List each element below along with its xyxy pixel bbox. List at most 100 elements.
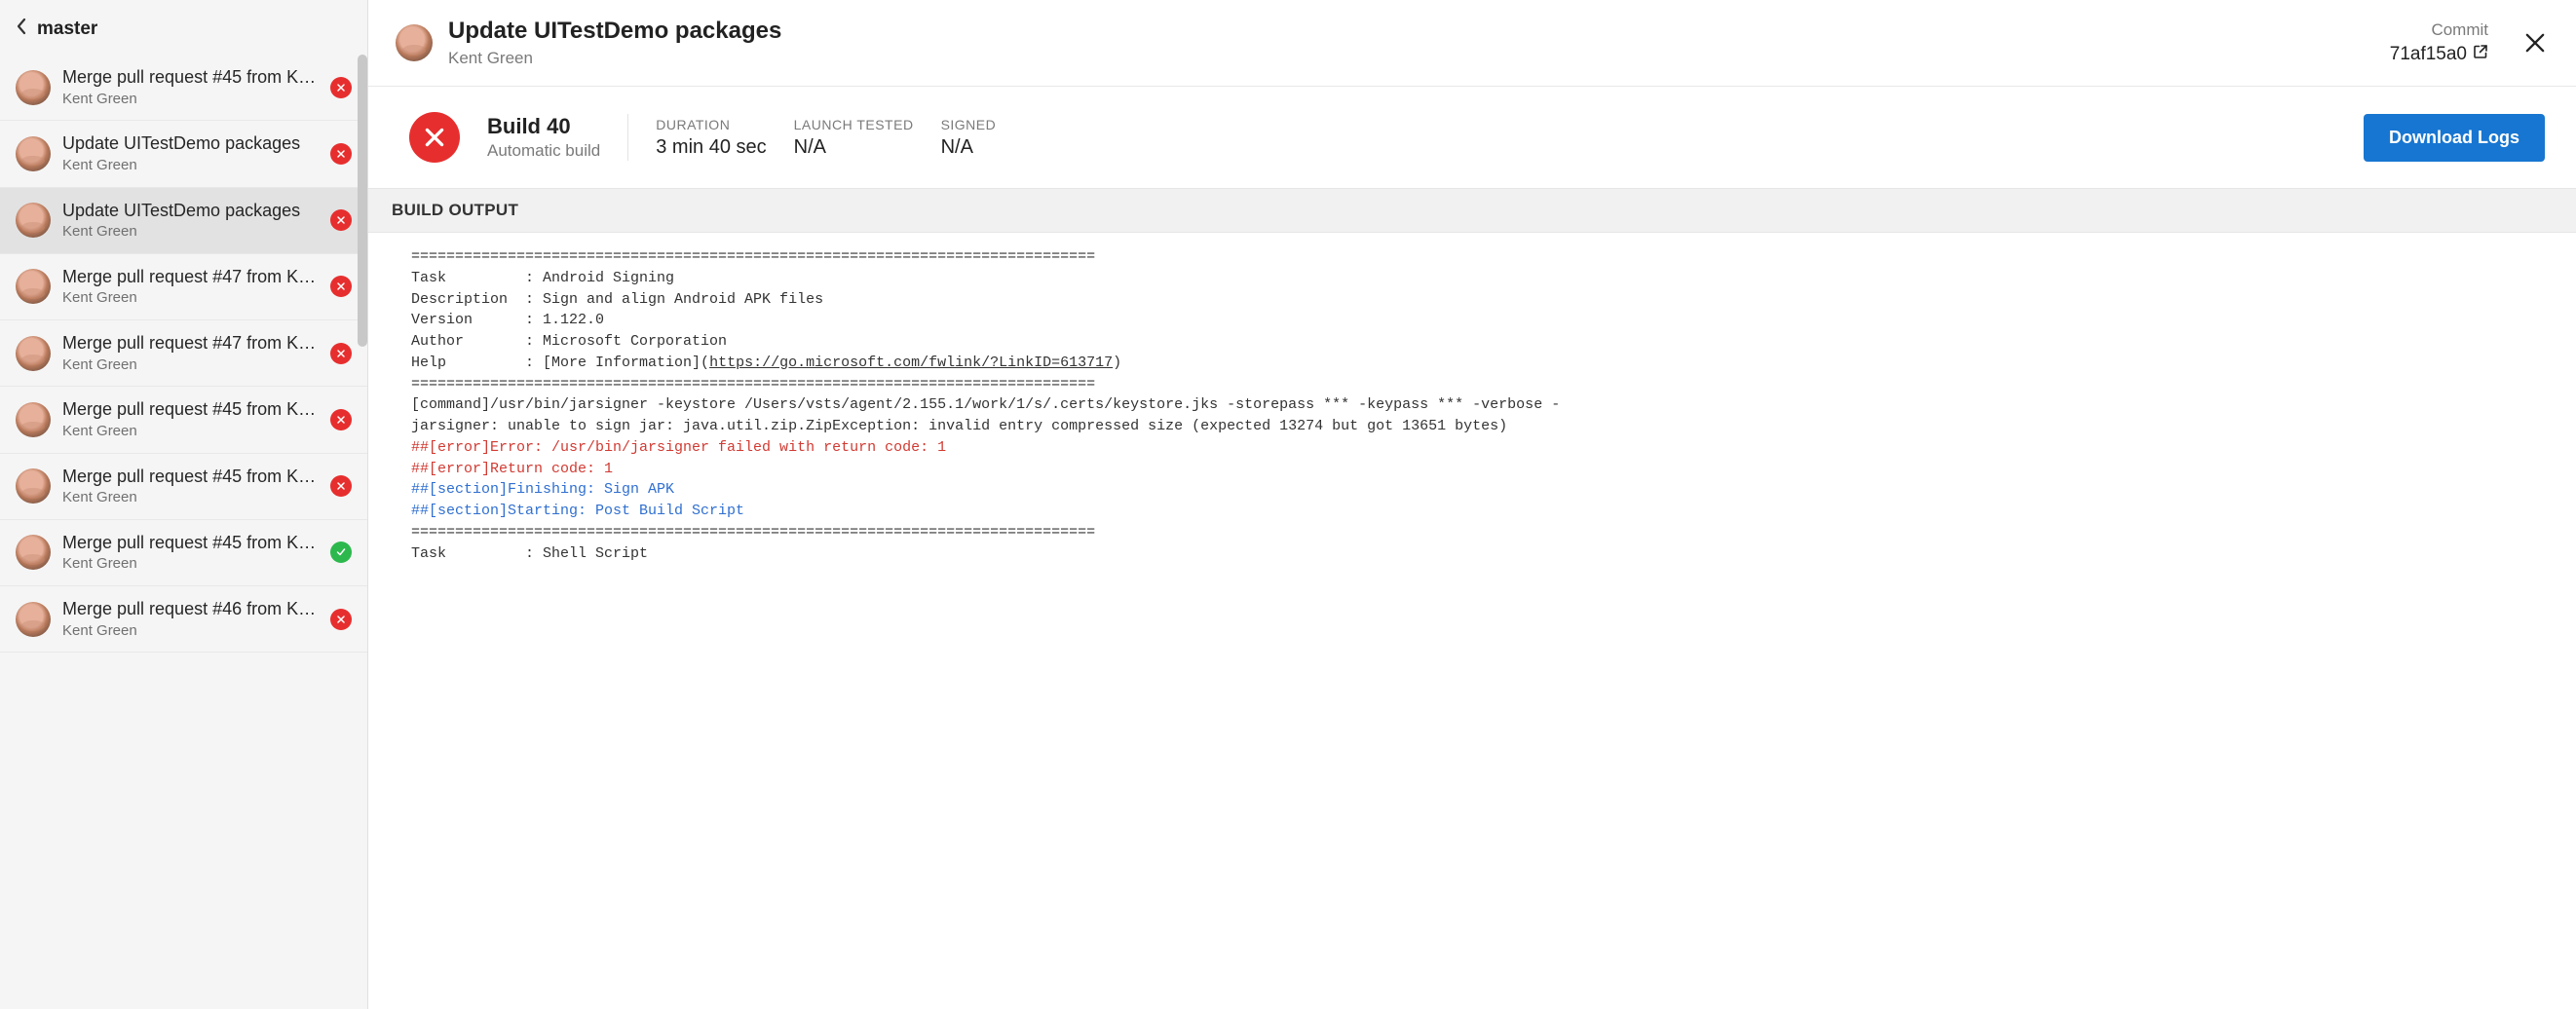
- commit-text: Update UITestDemo packages Kent Green: [62, 132, 319, 174]
- log-line: Help : [More Information](https://go.mic…: [411, 355, 1121, 371]
- log-section-line: ##[section]Finishing: Sign APK: [411, 481, 674, 498]
- commit-text: Merge pull request #45 from Kin… Kent Gre…: [62, 66, 319, 108]
- divider: [627, 114, 628, 161]
- commit-title: Merge pull request #46 from Kin…: [62, 598, 319, 620]
- commit-list[interactable]: Merge pull request #45 from Kin…Kent Gre…: [0, 55, 367, 1009]
- commit-author: Kent Green: [62, 622, 319, 641]
- commit-item[interactable]: Merge pull request #46 from Kin… Kent Gre…: [0, 586, 367, 653]
- commit-item[interactable]: Merge pull request #47 from Kin…Kent Gre…: [0, 320, 367, 387]
- build-summary: Build 40 Automatic build DURATION 3 min …: [368, 87, 2576, 188]
- commit-title: Merge pull request #47 from Kin…: [62, 332, 319, 355]
- commit-hash: 71af15a0: [2390, 42, 2467, 67]
- commit-title: Merge pull request #45 from Kin…: [62, 466, 319, 488]
- commit-item[interactable]: Merge pull request #47 from Kin…Kent Gre…: [0, 254, 367, 320]
- build-output[interactable]: ========================================…: [368, 233, 2576, 1009]
- avatar: [16, 602, 51, 637]
- status-failed-icon: [330, 609, 352, 630]
- metric-value: 3 min 40 sec: [656, 136, 766, 159]
- status-failed-icon: [330, 209, 352, 231]
- metric-duration: DURATION 3 min 40 sec: [656, 117, 766, 159]
- avatar: [16, 269, 51, 304]
- log-section-line: ##[section]Starting: Post Build Script: [411, 503, 744, 519]
- commit-text: Merge pull request #45 from Kin…Kent Gre…: [62, 532, 319, 574]
- log-line: Author : Microsoft Corporation: [411, 333, 727, 350]
- log-line: [command]/usr/bin/jarsigner -keystore /U…: [411, 396, 1560, 413]
- build-output-header: BUILD OUTPUT: [368, 188, 2576, 233]
- avatar: [16, 402, 51, 437]
- log-error-line: ##[error]Error: /usr/bin/jarsigner faile…: [411, 439, 946, 456]
- avatar: [16, 203, 51, 238]
- download-logs-button[interactable]: Download Logs: [2364, 114, 2545, 162]
- log-line: ========================================…: [411, 376, 1095, 392]
- commit-ref-label: Commit: [2390, 19, 2488, 42]
- build-status-failed-icon: [409, 112, 460, 163]
- status-failed-icon: [330, 475, 352, 497]
- external-link-icon: [2473, 42, 2488, 67]
- detail-pane: Update UITestDemo packages Kent Green Co…: [368, 0, 2576, 1009]
- log-line: ========================================…: [411, 524, 1095, 541]
- metric-signed: SIGNED N/A: [941, 117, 997, 159]
- commit-item[interactable]: Merge pull request #45 from Kin… Kent Gre…: [0, 55, 367, 121]
- commit-text: Update UITestDemo packagesKent Green: [62, 200, 319, 242]
- commit-item[interactable]: Merge pull request #45 from Kin…Kent Gre…: [0, 520, 367, 586]
- commit-title: Update UITestDemo packages: [448, 18, 2374, 46]
- commit-author: Kent Green: [448, 48, 2374, 68]
- detail-header: Update UITestDemo packages Kent Green Co…: [368, 0, 2576, 87]
- metric-launch-tested: LAUNCH TESTED N/A: [794, 117, 914, 159]
- commit-author: Kent Green: [62, 356, 319, 375]
- status-failed-icon: [330, 343, 352, 364]
- avatar: [16, 136, 51, 171]
- metric-value: N/A: [794, 136, 914, 159]
- avatar: [16, 535, 51, 570]
- avatar: [16, 70, 51, 105]
- status-failed-icon: [330, 77, 352, 98]
- metric-label: SIGNED: [941, 117, 997, 132]
- log-line: jarsigner: unable to sign jar: java.util…: [411, 418, 1507, 434]
- commit-title: Merge pull request #45 from Kin…: [62, 66, 319, 89]
- status-failed-icon: [330, 143, 352, 165]
- commit-item[interactable]: Update UITestDemo packages Kent Green: [0, 121, 367, 187]
- log-line: Description : Sign and align Android APK…: [411, 291, 823, 308]
- close-button[interactable]: [2521, 29, 2549, 56]
- log-line: ========================================…: [411, 248, 1095, 265]
- log-line: Task : Android Signing: [411, 270, 674, 286]
- commit-title: Merge pull request #45 from Kin…: [62, 532, 319, 554]
- build-type: Automatic build: [487, 141, 600, 161]
- commit-item[interactable]: Update UITestDemo packagesKent Green: [0, 188, 367, 254]
- build-id: Build 40: [487, 114, 600, 139]
- avatar: [396, 24, 433, 61]
- commit-author: Kent Green: [62, 223, 319, 242]
- commit-author: Kent Green: [62, 423, 319, 441]
- log-line: Task : Shell Script: [411, 545, 648, 562]
- commit-title: Merge pull request #45 from Kin…: [62, 398, 319, 421]
- commit-title: Update UITestDemo packages: [62, 132, 319, 155]
- commit-text: Merge pull request #45 from Kin… Kent Gre…: [62, 398, 319, 440]
- avatar: [16, 336, 51, 371]
- sidebar: master Merge pull request #45 from Kin…K…: [0, 0, 368, 1009]
- metric-label: LAUNCH TESTED: [794, 117, 914, 132]
- commit-author: Kent Green: [62, 555, 319, 574]
- branch-name: master: [37, 19, 97, 40]
- commit-text: Merge pull request #47 from Kin…Kent Gre…: [62, 332, 319, 374]
- status-failed-icon: [330, 276, 352, 297]
- commit-author: Kent Green: [62, 91, 319, 109]
- branch-back-button[interactable]: master: [0, 0, 367, 55]
- commit-text: Merge pull request #46 from Kin… Kent Gre…: [62, 598, 319, 640]
- chevron-left-icon: [16, 18, 27, 41]
- commit-title: Update UITestDemo packages: [62, 200, 319, 222]
- log-line: Version : 1.122.0: [411, 312, 604, 328]
- commit-text: Merge pull request #45 from Kin…Kent Gre…: [62, 466, 319, 507]
- metric-value: N/A: [941, 136, 997, 159]
- commit-author: Kent Green: [62, 289, 319, 308]
- help-link[interactable]: https://go.microsoft.com/fwlink/?LinkID=…: [709, 355, 1113, 371]
- commit-item[interactable]: Merge pull request #45 from Kin… Kent Gre…: [0, 387, 367, 453]
- commit-item[interactable]: Merge pull request #45 from Kin…Kent Gre…: [0, 454, 367, 520]
- commit-title: Merge pull request #47 from Kin…: [62, 266, 319, 288]
- status-success-icon: [330, 542, 352, 563]
- status-failed-icon: [330, 409, 352, 430]
- commit-ref-link[interactable]: Commit 71af15a0: [2390, 19, 2488, 67]
- avatar: [16, 468, 51, 504]
- commit-author: Kent Green: [62, 489, 319, 507]
- commit-text: Merge pull request #47 from Kin…Kent Gre…: [62, 266, 319, 308]
- commit-author: Kent Green: [62, 157, 319, 175]
